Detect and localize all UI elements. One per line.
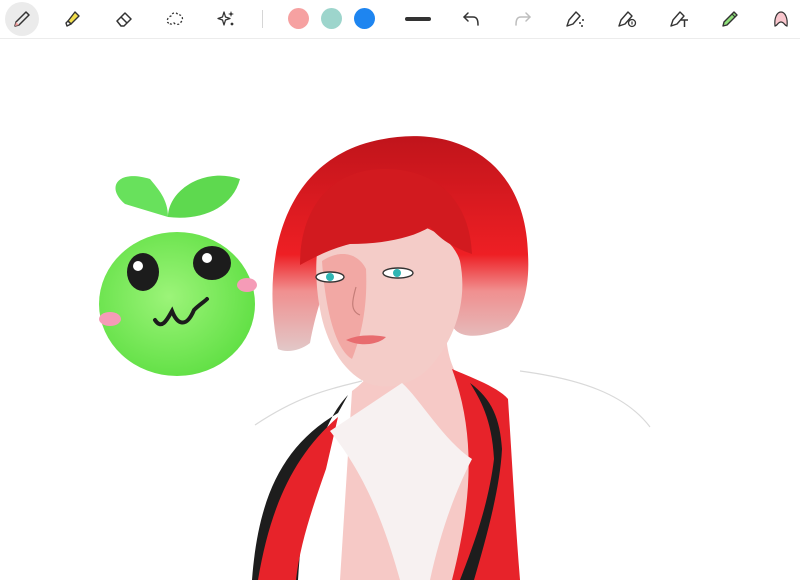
toolbar-divider	[262, 10, 263, 28]
stroke-width-icon	[405, 8, 431, 30]
undo-icon	[460, 8, 482, 30]
drawing-canvas[interactable]	[0, 39, 800, 580]
pencil-icon	[11, 8, 33, 30]
color-swatch-pink[interactable]	[288, 8, 309, 29]
stroke-width-button[interactable]	[401, 2, 435, 36]
color-swatch-teal[interactable]	[321, 8, 342, 29]
magic-pen-icon	[564, 8, 586, 30]
redo-button[interactable]	[506, 2, 540, 36]
highlighter-tool-button[interactable]	[55, 2, 89, 36]
sparkles-icon	[215, 8, 237, 30]
highlighter-icon	[61, 8, 83, 30]
eraser-icon	[113, 8, 135, 30]
pencil-tool-button[interactable]	[5, 2, 39, 36]
lasso-select-tool-button[interactable]	[158, 2, 192, 36]
magic-pen-button[interactable]	[558, 2, 592, 36]
undo-button[interactable]	[454, 2, 488, 36]
marker-icon	[719, 8, 741, 30]
pen-settings-button[interactable]	[610, 2, 644, 36]
marker-tool-button[interactable]	[713, 2, 747, 36]
pen-settings-icon	[616, 8, 638, 30]
profile-avatar-icon	[770, 8, 792, 30]
sparkles-tool-button[interactable]	[209, 2, 243, 36]
text-pen-button[interactable]	[662, 2, 696, 36]
red-haired-woman-portrait	[252, 136, 651, 580]
eraser-tool-button[interactable]	[107, 2, 141, 36]
green-apple-mascot	[99, 175, 257, 376]
color-swatch-blue[interactable]	[354, 8, 375, 29]
profile-avatar-button[interactable]	[764, 2, 798, 36]
redo-icon	[512, 8, 534, 30]
lasso-select-icon	[164, 8, 186, 30]
drawing-toolbar	[0, 0, 800, 39]
text-pen-icon	[668, 8, 690, 30]
